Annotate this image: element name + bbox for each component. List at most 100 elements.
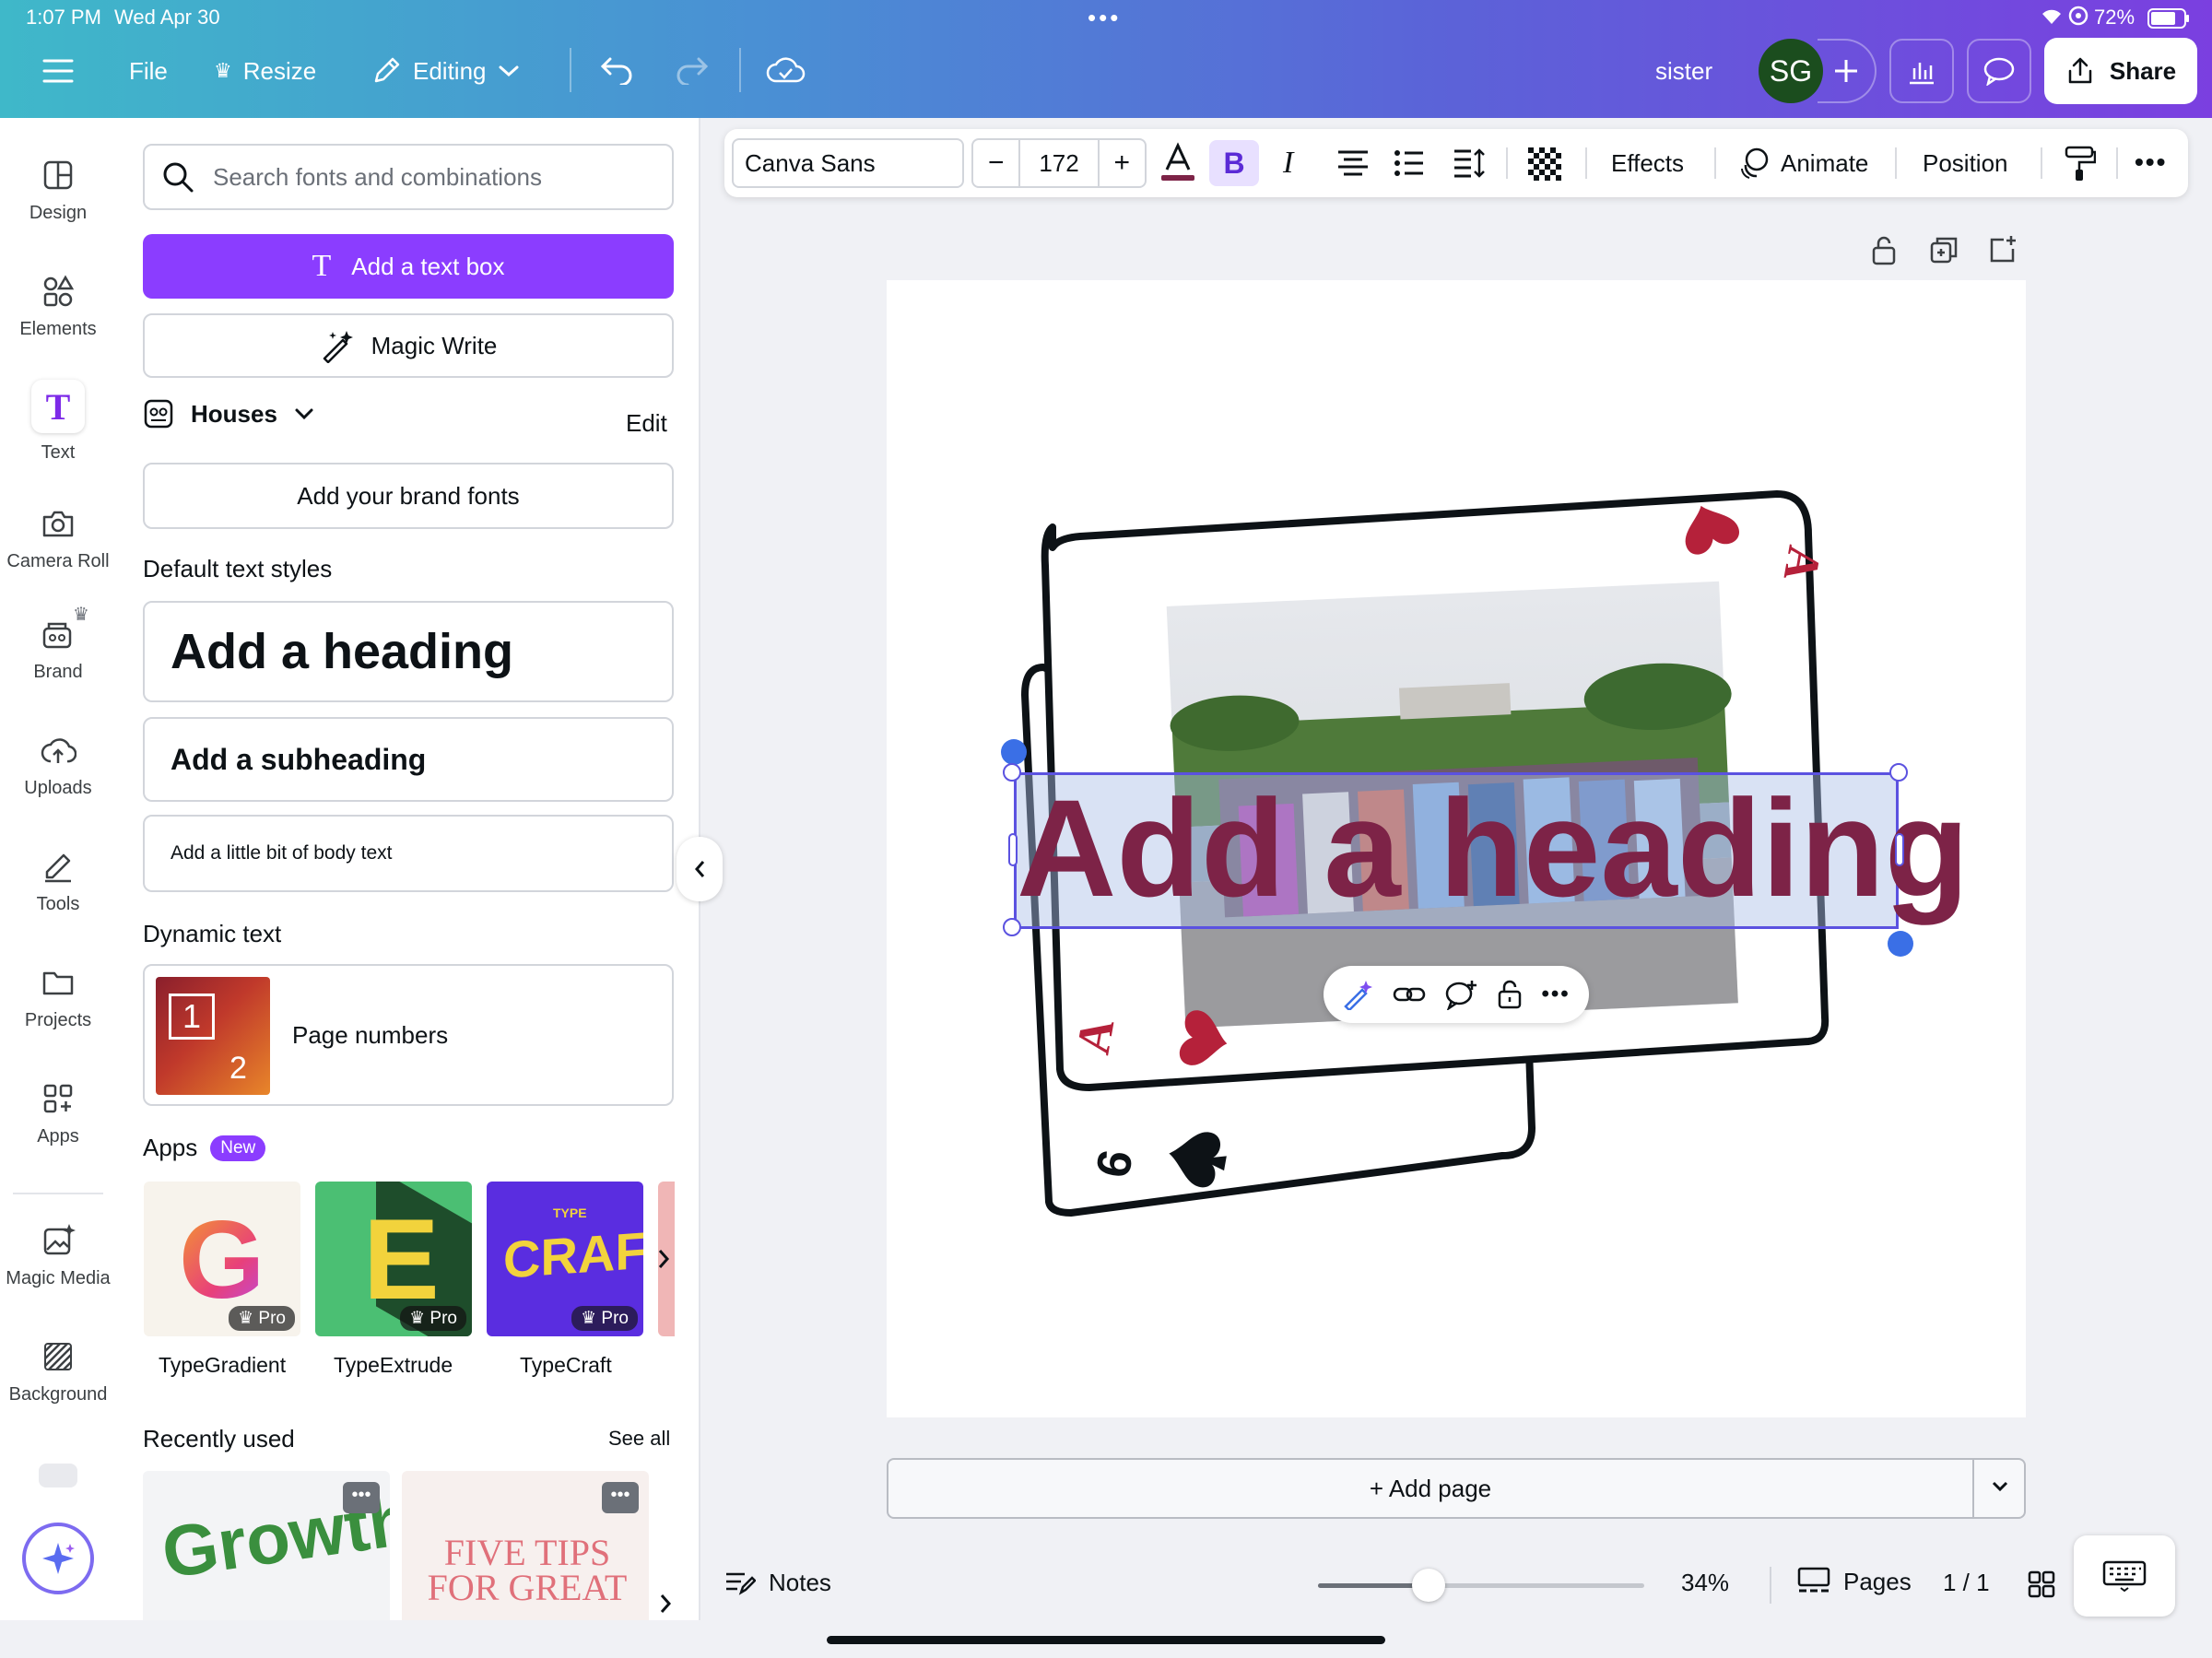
decrease-size-button[interactable]: − — [973, 147, 1018, 179]
multitask-dots-icon[interactable]: ••• — [1088, 4, 1121, 32]
redo-icon[interactable] — [675, 55, 710, 85]
transparency-icon[interactable] — [1528, 147, 1561, 181]
zoom-slider[interactable] — [1318, 1569, 1644, 1602]
resize-button[interactable]: ♛ Resize — [214, 46, 316, 96]
insights-button[interactable] — [1889, 39, 1954, 103]
bullet-list-icon[interactable] — [1394, 149, 1425, 177]
more-options-icon[interactable]: ••• — [2135, 147, 2167, 177]
lock-page-icon[interactable] — [1871, 236, 1897, 265]
subheading-style-button[interactable]: Add a subheading — [143, 717, 674, 802]
notes-button[interactable]: Notes — [724, 1569, 831, 1597]
project-name[interactable]: sister — [1655, 57, 1712, 86]
chevron-down-icon[interactable] — [1991, 1480, 2009, 1493]
magic-edit-icon[interactable] — [1342, 979, 1373, 1010]
side-handle[interactable] — [1895, 833, 1904, 866]
search-input[interactable]: Search fonts and combinations — [213, 163, 542, 192]
share-button[interactable]: Share — [2044, 38, 2197, 104]
chevron-right-icon[interactable] — [656, 1248, 671, 1270]
lock-icon[interactable] — [1497, 979, 1523, 1010]
zoom-level[interactable]: 34% — [1681, 1569, 1729, 1597]
selected-heading-box[interactable]: Add a heading — [1014, 770, 1969, 929]
rail-elements[interactable]: Elements — [0, 273, 116, 340]
more-options-icon[interactable]: ••• — [343, 1482, 380, 1513]
keyboard-button[interactable] — [2074, 1535, 2175, 1617]
duplicate-page-icon[interactable] — [1930, 236, 1958, 264]
comments-button[interactable] — [1967, 39, 2031, 103]
app-tile-typeextrude[interactable]: E ♛ Pro — [315, 1182, 472, 1336]
animate-icon — [1738, 147, 1771, 180]
chevron-left-icon — [693, 859, 706, 879]
text-color-icon[interactable] — [1159, 142, 1196, 184]
resize-handle[interactable] — [1888, 931, 1913, 957]
brand-kit-edit-link[interactable]: Edit — [626, 409, 667, 438]
corner-handle[interactable] — [1889, 763, 1908, 782]
corner-handle[interactable] — [1003, 918, 1021, 936]
rail-more-partial[interactable] — [39, 1464, 77, 1487]
heading-text[interactable]: Add a heading — [1017, 770, 1969, 926]
rail-magic-media[interactable]: Magic Media — [0, 1222, 116, 1289]
font-size-stepper[interactable]: − 172 + — [971, 138, 1147, 188]
pages-button[interactable]: Pages — [1797, 1567, 1912, 1596]
add-comment-icon[interactable] — [1444, 979, 1477, 1010]
align-center-icon[interactable] — [1336, 149, 1370, 177]
bold-button[interactable]: B — [1209, 140, 1259, 186]
font-family-selector[interactable]: Canva Sans — [732, 138, 964, 188]
corner-handle[interactable] — [1003, 763, 1021, 782]
body-style-button[interactable]: Add a little bit of body text — [143, 815, 674, 892]
more-options-icon[interactable]: ••• — [602, 1482, 639, 1513]
recent-template-2[interactable]: FIVE TIPS FOR GREAT ••• — [402, 1471, 649, 1620]
font-search[interactable]: Search fonts and combinations — [143, 144, 674, 210]
add-text-box-button[interactable]: T Add a text box — [143, 234, 674, 299]
rail-camera-roll[interactable]: Camera Roll — [0, 505, 116, 572]
add-brand-fonts-button[interactable]: Add your brand fonts — [143, 463, 674, 529]
rotate-handle[interactable] — [1001, 739, 1027, 765]
see-all-link[interactable]: See all — [608, 1427, 670, 1451]
recently-used-title: Recently used — [143, 1425, 295, 1452]
rail-design[interactable]: Design — [0, 157, 116, 224]
avatar[interactable]: SG — [1759, 39, 1823, 103]
grid-view-icon[interactable] — [2028, 1570, 2055, 1598]
collapse-panel-button[interactable] — [677, 837, 723, 901]
increase-size-button[interactable]: + — [1100, 147, 1145, 179]
app-tile-typecraft[interactable]: TYPE CRAFT ♛ Pro — [487, 1182, 643, 1336]
file-menu[interactable]: File — [129, 46, 168, 96]
position-button[interactable]: Position — [1923, 129, 2008, 197]
apps-icon — [40, 1080, 76, 1117]
rail-background[interactable]: Background — [0, 1338, 116, 1405]
add-page-icon[interactable] — [1989, 234, 2017, 264]
rail-text[interactable]: T Text — [0, 380, 116, 464]
side-handle[interactable] — [1008, 833, 1018, 866]
cloud-saved-icon[interactable] — [765, 53, 806, 87]
zoom-slider-knob[interactable] — [1412, 1569, 1446, 1602]
magic-write-button[interactable]: Magic Write — [143, 313, 674, 378]
brand-kit-selector[interactable]: Houses — [143, 398, 314, 429]
recent-template-1[interactable]: Growth ••• — [143, 1471, 390, 1620]
editing-mode-dropdown[interactable]: Editing — [371, 46, 520, 96]
chevron-right-icon[interactable] — [658, 1593, 673, 1615]
paint-roller-icon[interactable] — [2065, 146, 2096, 182]
rail-projects[interactable]: Projects — [0, 964, 116, 1031]
magic-assistant-button[interactable] — [22, 1523, 94, 1594]
invite-button[interactable] — [1818, 39, 1877, 103]
italic-button[interactable]: I — [1283, 129, 1293, 197]
plus-icon — [1833, 58, 1859, 84]
effects-button[interactable]: Effects — [1611, 129, 1684, 197]
rail-label: Elements — [19, 319, 97, 339]
rail-brand[interactable]: ♛ Brand — [0, 605, 116, 683]
page-numbers-button[interactable]: 1 2 Page numbers — [143, 964, 674, 1106]
magic-media-icon — [40, 1222, 76, 1259]
app-tile-typegradient[interactable]: G ♛ Pro — [144, 1182, 300, 1336]
link-icon[interactable] — [1393, 983, 1426, 1005]
menu-icon[interactable] — [42, 57, 74, 85]
heading-style-button[interactable]: Add a heading — [143, 601, 674, 702]
text-icon: T — [312, 249, 332, 283]
animate-button[interactable]: Animate — [1738, 129, 1868, 197]
add-page-button[interactable]: + Add page — [888, 1460, 1972, 1517]
undo-icon[interactable] — [599, 55, 634, 85]
rail-tools[interactable]: Tools — [0, 848, 116, 915]
rail-apps[interactable]: Apps — [0, 1080, 116, 1147]
spacing-icon[interactable] — [1453, 147, 1486, 179]
more-options-icon[interactable]: ••• — [1541, 982, 1570, 1007]
rail-uploads[interactable]: Uploads — [0, 732, 116, 799]
font-size-input[interactable]: 172 — [1020, 149, 1097, 178]
